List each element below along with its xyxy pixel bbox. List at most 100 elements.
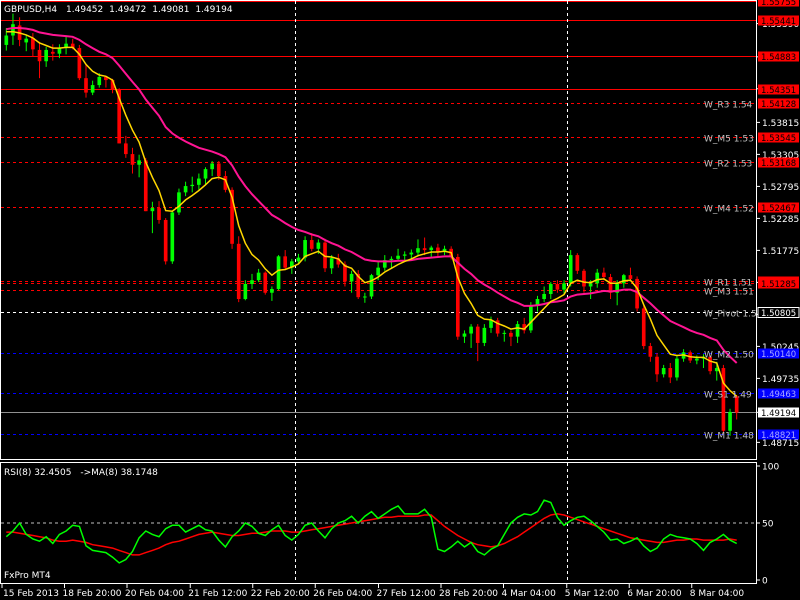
bear-candle bbox=[641, 308, 646, 347]
bull-candle bbox=[90, 85, 95, 93]
bull-candle bbox=[396, 255, 400, 259]
time-tick-label: 15 Feb 2013 bbox=[3, 589, 59, 599]
time-tick-label: 22 Feb 20:00 bbox=[251, 589, 310, 599]
price-tag-label: 1.53545 bbox=[761, 134, 796, 144]
price-tick-label: 1.51775 bbox=[762, 247, 799, 257]
bull-candle bbox=[44, 49, 48, 62]
pivot-level-label: W_M2 1.50 bbox=[704, 351, 754, 361]
bull-candle bbox=[416, 248, 420, 253]
time-tick-label: 4 Mar 04:00 bbox=[501, 589, 556, 599]
price-tag-label: 1.50805 bbox=[761, 309, 796, 319]
bull-candle bbox=[529, 305, 533, 331]
bull-candle bbox=[203, 169, 208, 179]
trading-chart[interactable]: W_R3 1.54W_M5 1.53W_R2 1.53W_M4 1.52W_R1… bbox=[0, 0, 800, 600]
bull-candle bbox=[316, 242, 321, 249]
bull-candle bbox=[429, 247, 434, 251]
pivot-level-label: W_R2 1.53 bbox=[704, 160, 752, 170]
bull-candle bbox=[197, 178, 201, 185]
bear-candle bbox=[309, 240, 314, 249]
bull-candle bbox=[462, 333, 467, 337]
bear-candle bbox=[163, 219, 168, 262]
bull-candle bbox=[183, 186, 188, 193]
bull-candle bbox=[588, 283, 593, 287]
bear-candle bbox=[130, 154, 135, 165]
symbol-header: GBPUSD,H4 1.49452 1.49472 1.49081 1.4919… bbox=[4, 5, 233, 15]
time-tick-label: 6 Mar 20:00 bbox=[627, 589, 682, 599]
price-tag-label: 1.55755 bbox=[761, 0, 796, 8]
bear-candle bbox=[263, 272, 268, 293]
price-tag-label: 1.52467 bbox=[761, 204, 796, 214]
bull-candle bbox=[515, 324, 520, 337]
bull-candle bbox=[542, 293, 546, 300]
bull-candle bbox=[489, 320, 493, 328]
bear-candle bbox=[648, 346, 653, 357]
bear-candle bbox=[509, 332, 513, 337]
price-tick-label: 1.52285 bbox=[762, 215, 799, 225]
price-tick-label: 1.53815 bbox=[762, 119, 799, 129]
bull-candle bbox=[595, 272, 600, 284]
bear-candle bbox=[84, 78, 88, 93]
bull-candle bbox=[250, 280, 254, 284]
bull-candle bbox=[562, 283, 566, 290]
price-tick-label: 1.52795 bbox=[762, 183, 799, 193]
bull-candle bbox=[190, 184, 195, 187]
bull-candle bbox=[621, 275, 626, 284]
bull-candle bbox=[482, 327, 487, 343]
bull-candle bbox=[661, 368, 666, 375]
bull-candle bbox=[409, 252, 414, 255]
bull-candle bbox=[256, 272, 261, 281]
bear-candle bbox=[124, 143, 128, 155]
price-tag-label: 1.48821 bbox=[761, 431, 796, 441]
bull-candle bbox=[329, 258, 334, 269]
bull-candle bbox=[270, 288, 274, 293]
rsi-tick-label: 100 bbox=[762, 463, 779, 473]
bear-candle bbox=[582, 270, 586, 287]
current-price-tag-label: 1.49194 bbox=[761, 409, 796, 419]
time-tick-label: 28 Feb 20:00 bbox=[439, 589, 498, 599]
bear-candle bbox=[668, 368, 673, 378]
price-tag-label: 1.54351 bbox=[761, 86, 796, 96]
bear-candle bbox=[143, 160, 148, 212]
bear-candle bbox=[50, 51, 55, 54]
pivot-level-label: W_M1 1.48 bbox=[704, 432, 754, 442]
bear-candle bbox=[236, 243, 241, 300]
bull-candle bbox=[150, 208, 155, 212]
time-tick-label: 8 Mar 04:00 bbox=[690, 589, 745, 599]
bull-candle bbox=[369, 275, 374, 297]
bull-candle bbox=[210, 163, 214, 170]
bear-candle bbox=[283, 256, 288, 268]
time-tick-label: 5 Mar 12:00 bbox=[565, 589, 620, 599]
rsi-tick-label: 0 bbox=[762, 577, 768, 587]
bear-candle bbox=[37, 49, 42, 62]
bull-candle bbox=[568, 255, 573, 284]
pivot-level-label: W_Pivot 1.5 bbox=[704, 310, 757, 320]
pivot-level-label: W_S1 1.49 bbox=[704, 391, 752, 401]
bull-candle bbox=[11, 24, 15, 36]
rsi-tick-label: 50 bbox=[762, 520, 774, 530]
bull-candle bbox=[469, 326, 473, 334]
bear-candle bbox=[455, 256, 460, 337]
bear-candle bbox=[475, 326, 480, 343]
bull-candle bbox=[728, 411, 732, 431]
bull-candle bbox=[303, 240, 307, 258]
bull-candle bbox=[4, 35, 9, 45]
price-tag-label: 1.54883 bbox=[761, 53, 796, 63]
bull-candle bbox=[177, 192, 181, 213]
price-tick-label: 1.49735 bbox=[762, 375, 799, 385]
bull-candle bbox=[170, 212, 175, 262]
bull-candle bbox=[502, 332, 507, 334]
bull-candle bbox=[363, 296, 367, 298]
price-tag-label: 1.54128 bbox=[761, 100, 796, 110]
bull-candle bbox=[376, 267, 380, 276]
price-tag-label: 1.55441 bbox=[761, 17, 796, 27]
bull-candle bbox=[137, 160, 141, 165]
bear-candle bbox=[575, 255, 580, 271]
pivot-level-label: W_M4 1.52 bbox=[704, 205, 754, 215]
price-tag-label: 1.49463 bbox=[761, 390, 796, 400]
time-tick-label: 18 Feb 20:00 bbox=[62, 589, 121, 599]
price-tag-label: 1.51285 bbox=[761, 280, 796, 290]
watermark: FxPro MT4 bbox=[4, 571, 51, 581]
bull-candle bbox=[548, 283, 553, 294]
bear-candle bbox=[555, 283, 560, 290]
bull-candle bbox=[57, 48, 62, 54]
